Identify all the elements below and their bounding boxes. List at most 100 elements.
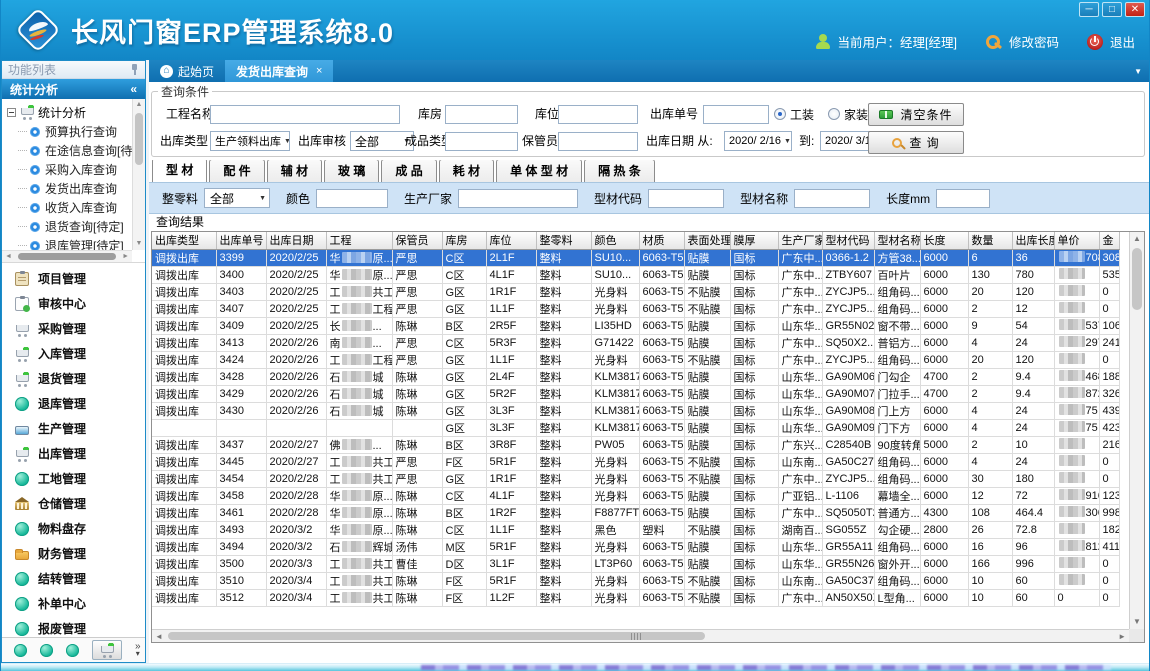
material-tab[interactable]: 成 品 (381, 159, 436, 182)
length-input[interactable] (936, 189, 990, 208)
material-tab[interactable]: 隔 热 条 (584, 159, 655, 182)
project-name-input[interactable] (210, 105, 400, 124)
column-header[interactable]: 整零料 (536, 232, 591, 249)
profile-name-input[interactable] (794, 189, 870, 208)
table-row[interactable]: 调拨出库 3403 2020/2/25 工共工程 严思 G区 1R1F 整料 光… (152, 283, 1119, 300)
material-tab[interactable]: 耗 材 (439, 159, 494, 182)
column-header[interactable]: 型材代码 (822, 232, 874, 249)
sidebar-module-item[interactable]: 项目管理 (2, 266, 145, 291)
column-header[interactable]: 长度 (920, 232, 968, 249)
tab-close-icon[interactable]: × (316, 65, 322, 77)
table-row[interactable]: 调拨出库 3458 2020/2/28 华原... 陈琳 C区 4L1F 整料 … (152, 487, 1119, 504)
column-header[interactable]: 型材名称 (874, 232, 920, 249)
table-row[interactable]: 调拨出库 3494 2020/3/2 石辉城 汤伟 M区 5R1F 整料 光身料 (152, 538, 1119, 555)
location-input[interactable] (558, 105, 638, 124)
table-row[interactable]: 调拨出库 3413 2020/2/26 南... 严思 C区 5R3F 整料 G… (152, 334, 1119, 351)
material-tab[interactable]: 辅 材 (267, 159, 322, 182)
tab-home[interactable]: ⌂ 起始页 (149, 60, 225, 82)
radio-gongzhuang[interactable]: 工装 (774, 104, 814, 124)
scroll-right-icon[interactable]: ► (122, 251, 129, 263)
tree-root-statistics[interactable]: 统计分析 (2, 102, 145, 122)
material-tab[interactable]: 玻 璃 (324, 159, 379, 182)
scroll-left-icon[interactable]: ◄ (5, 251, 12, 263)
scroll-up-icon[interactable]: ▲ (1130, 232, 1144, 246)
column-header[interactable]: 库房 (442, 232, 486, 249)
table-row[interactable]: 调拨出库 3399 2020/2/25 华原... 严思 C区 2L1F 整料 … (152, 249, 1119, 266)
column-header[interactable]: 金 (1099, 232, 1119, 249)
column-header[interactable]: 数量 (968, 232, 1012, 249)
table-row[interactable]: 调拨出库 3445 2020/2/27 工共工程 严思 F区 5R1F 整料 光… (152, 453, 1119, 470)
out-type-select[interactable]: 生产领料出库▼ (210, 131, 290, 151)
tree-item[interactable]: 在途信息查询[待 (2, 141, 145, 160)
warehouse-input[interactable] (445, 105, 518, 124)
tab-overflow-arrow-icon[interactable]: ▼ (1134, 67, 1142, 76)
collapse-icon[interactable]: « (130, 82, 137, 96)
close-button[interactable]: ✕ (1125, 2, 1145, 17)
sidebar-module-item[interactable]: 仓储管理 (2, 491, 145, 516)
sidebar-module-item[interactable]: 报废管理 (2, 616, 145, 637)
sidebar-section-header[interactable]: 统计分析 « (2, 79, 145, 99)
sidebar-module-item[interactable]: 生产管理 (2, 416, 145, 441)
tree-vertical-scrollbar[interactable]: ▲ ▼ (132, 99, 145, 250)
sidebar-module-item[interactable]: 补单中心 (2, 591, 145, 616)
column-header[interactable]: 材质 (639, 232, 684, 249)
column-header[interactable]: 单价 (1054, 232, 1099, 249)
column-header[interactable]: 膜厚 (730, 232, 778, 249)
scroll-right-icon[interactable]: ► (1118, 630, 1126, 643)
tree-item[interactable]: 预算执行查询 (2, 122, 145, 141)
table-row[interactable]: 调拨出库 3400 2020/2/25 华原... 严思 C区 4L1F 整料 … (152, 266, 1119, 283)
table-row[interactable]: 调拨出库 3500 2020/3/3 工共工程 曹佳 D区 3L1F 整料 LT… (152, 555, 1119, 572)
logout-link[interactable]: 退出 (1110, 32, 1135, 51)
tree-item[interactable]: 收货入库查询 (2, 198, 145, 217)
minimize-button[interactable]: ─ (1079, 2, 1099, 17)
scroll-down-icon[interactable]: ▼ (133, 238, 145, 250)
color-input[interactable] (316, 189, 388, 208)
date-from-picker[interactable]: 2020/ 2/16▼ (724, 131, 792, 151)
sidebar-module-item[interactable]: 退货管理 (2, 366, 145, 391)
column-header[interactable]: 出库长度 (1012, 232, 1054, 249)
column-header[interactable]: 库位 (486, 232, 536, 249)
product-type-input[interactable] (445, 132, 518, 151)
profile-code-input[interactable] (648, 189, 724, 208)
circle-teal-icon[interactable] (14, 644, 27, 657)
sidebar-module-item[interactable]: 结转管理 (2, 566, 145, 591)
whole-part-select[interactable]: 全部▼ (204, 188, 270, 208)
table-row[interactable]: 调拨出库 3429 2020/2/26 石城 陈琳 G区 5R2F 整料 KLM… (152, 385, 1119, 402)
grid-vertical-scrollbar[interactable]: ▲ ▼ (1129, 232, 1144, 629)
search-button[interactable]: 查 询 (868, 131, 964, 154)
manufacturer-input[interactable] (458, 189, 578, 208)
column-header[interactable]: 工程 (326, 232, 392, 249)
more-buttons-chevron[interactable]: »▾ (135, 643, 141, 657)
material-tab[interactable]: 型 材 (152, 158, 207, 182)
radio-jiazhuang[interactable]: 家装 (828, 104, 868, 124)
column-header[interactable]: 出库日期 (266, 232, 326, 249)
scroll-left-icon[interactable]: ◄ (155, 630, 163, 643)
keeper-input[interactable] (558, 132, 638, 151)
scrollbar-thumb[interactable] (168, 632, 705, 640)
table-row[interactable]: 调拨出库 3461 2020/2/28 华原... 陈琳 B区 1R2F 整料 … (152, 504, 1119, 521)
column-header[interactable]: 生产厂家 (778, 232, 822, 249)
material-tab[interactable]: 单 体 型 材 (496, 159, 582, 182)
clear-conditions-button[interactable]: 清空条件 (868, 103, 964, 126)
sidebar-module-item[interactable]: 物料盘存 (2, 516, 145, 541)
tree-item[interactable]: 退货查询[待定] (2, 217, 145, 236)
table-row[interactable]: 调拨出库 3437 2020/2/27 佛... 陈琳 B区 3R8F 整料 P… (152, 436, 1119, 453)
tree-item[interactable]: 采购入库查询 (2, 160, 145, 179)
maximize-button[interactable]: □ (1102, 2, 1122, 17)
sidebar-module-item[interactable]: 退库管理 (2, 391, 145, 416)
sidebar-module-item[interactable]: 工地管理 (2, 466, 145, 491)
table-row[interactable]: 调拨出库 3407 2020/2/25 工工程 严思 G区 1L1F 整料 光身… (152, 300, 1119, 317)
table-row[interactable]: 调拨出库 3428 2020/2/26 石城 陈琳 G区 2L4F 整料 KLM… (152, 368, 1119, 385)
table-row[interactable]: 调拨出库 3424 2020/2/26 工工程 严思 G区 1L1F 整料 光身… (152, 351, 1119, 368)
scroll-up-icon[interactable]: ▲ (133, 99, 145, 111)
scrollbar-thumb[interactable] (135, 113, 143, 165)
table-row[interactable]: 调拨出库 3454 2020/2/28 工共工程 严思 G区 1R1F 整料 光… (152, 470, 1119, 487)
tree-item[interactable]: 发货出库查询 (2, 179, 145, 198)
column-header[interactable]: 出库单号 (216, 232, 266, 249)
tree-horizontal-scrollbar[interactable]: ◄ ► (2, 250, 132, 262)
tree-collapse-icon[interactable] (7, 108, 16, 117)
scrollbar-grip[interactable] (631, 633, 642, 640)
circle-teal-icon[interactable] (40, 644, 53, 657)
table-row[interactable]: G区 3L3F 整料 KLM3817 6063-T5 贴膜 国标 山东华... … (152, 419, 1119, 436)
change-password-link[interactable]: 修改密码 (1009, 32, 1059, 51)
